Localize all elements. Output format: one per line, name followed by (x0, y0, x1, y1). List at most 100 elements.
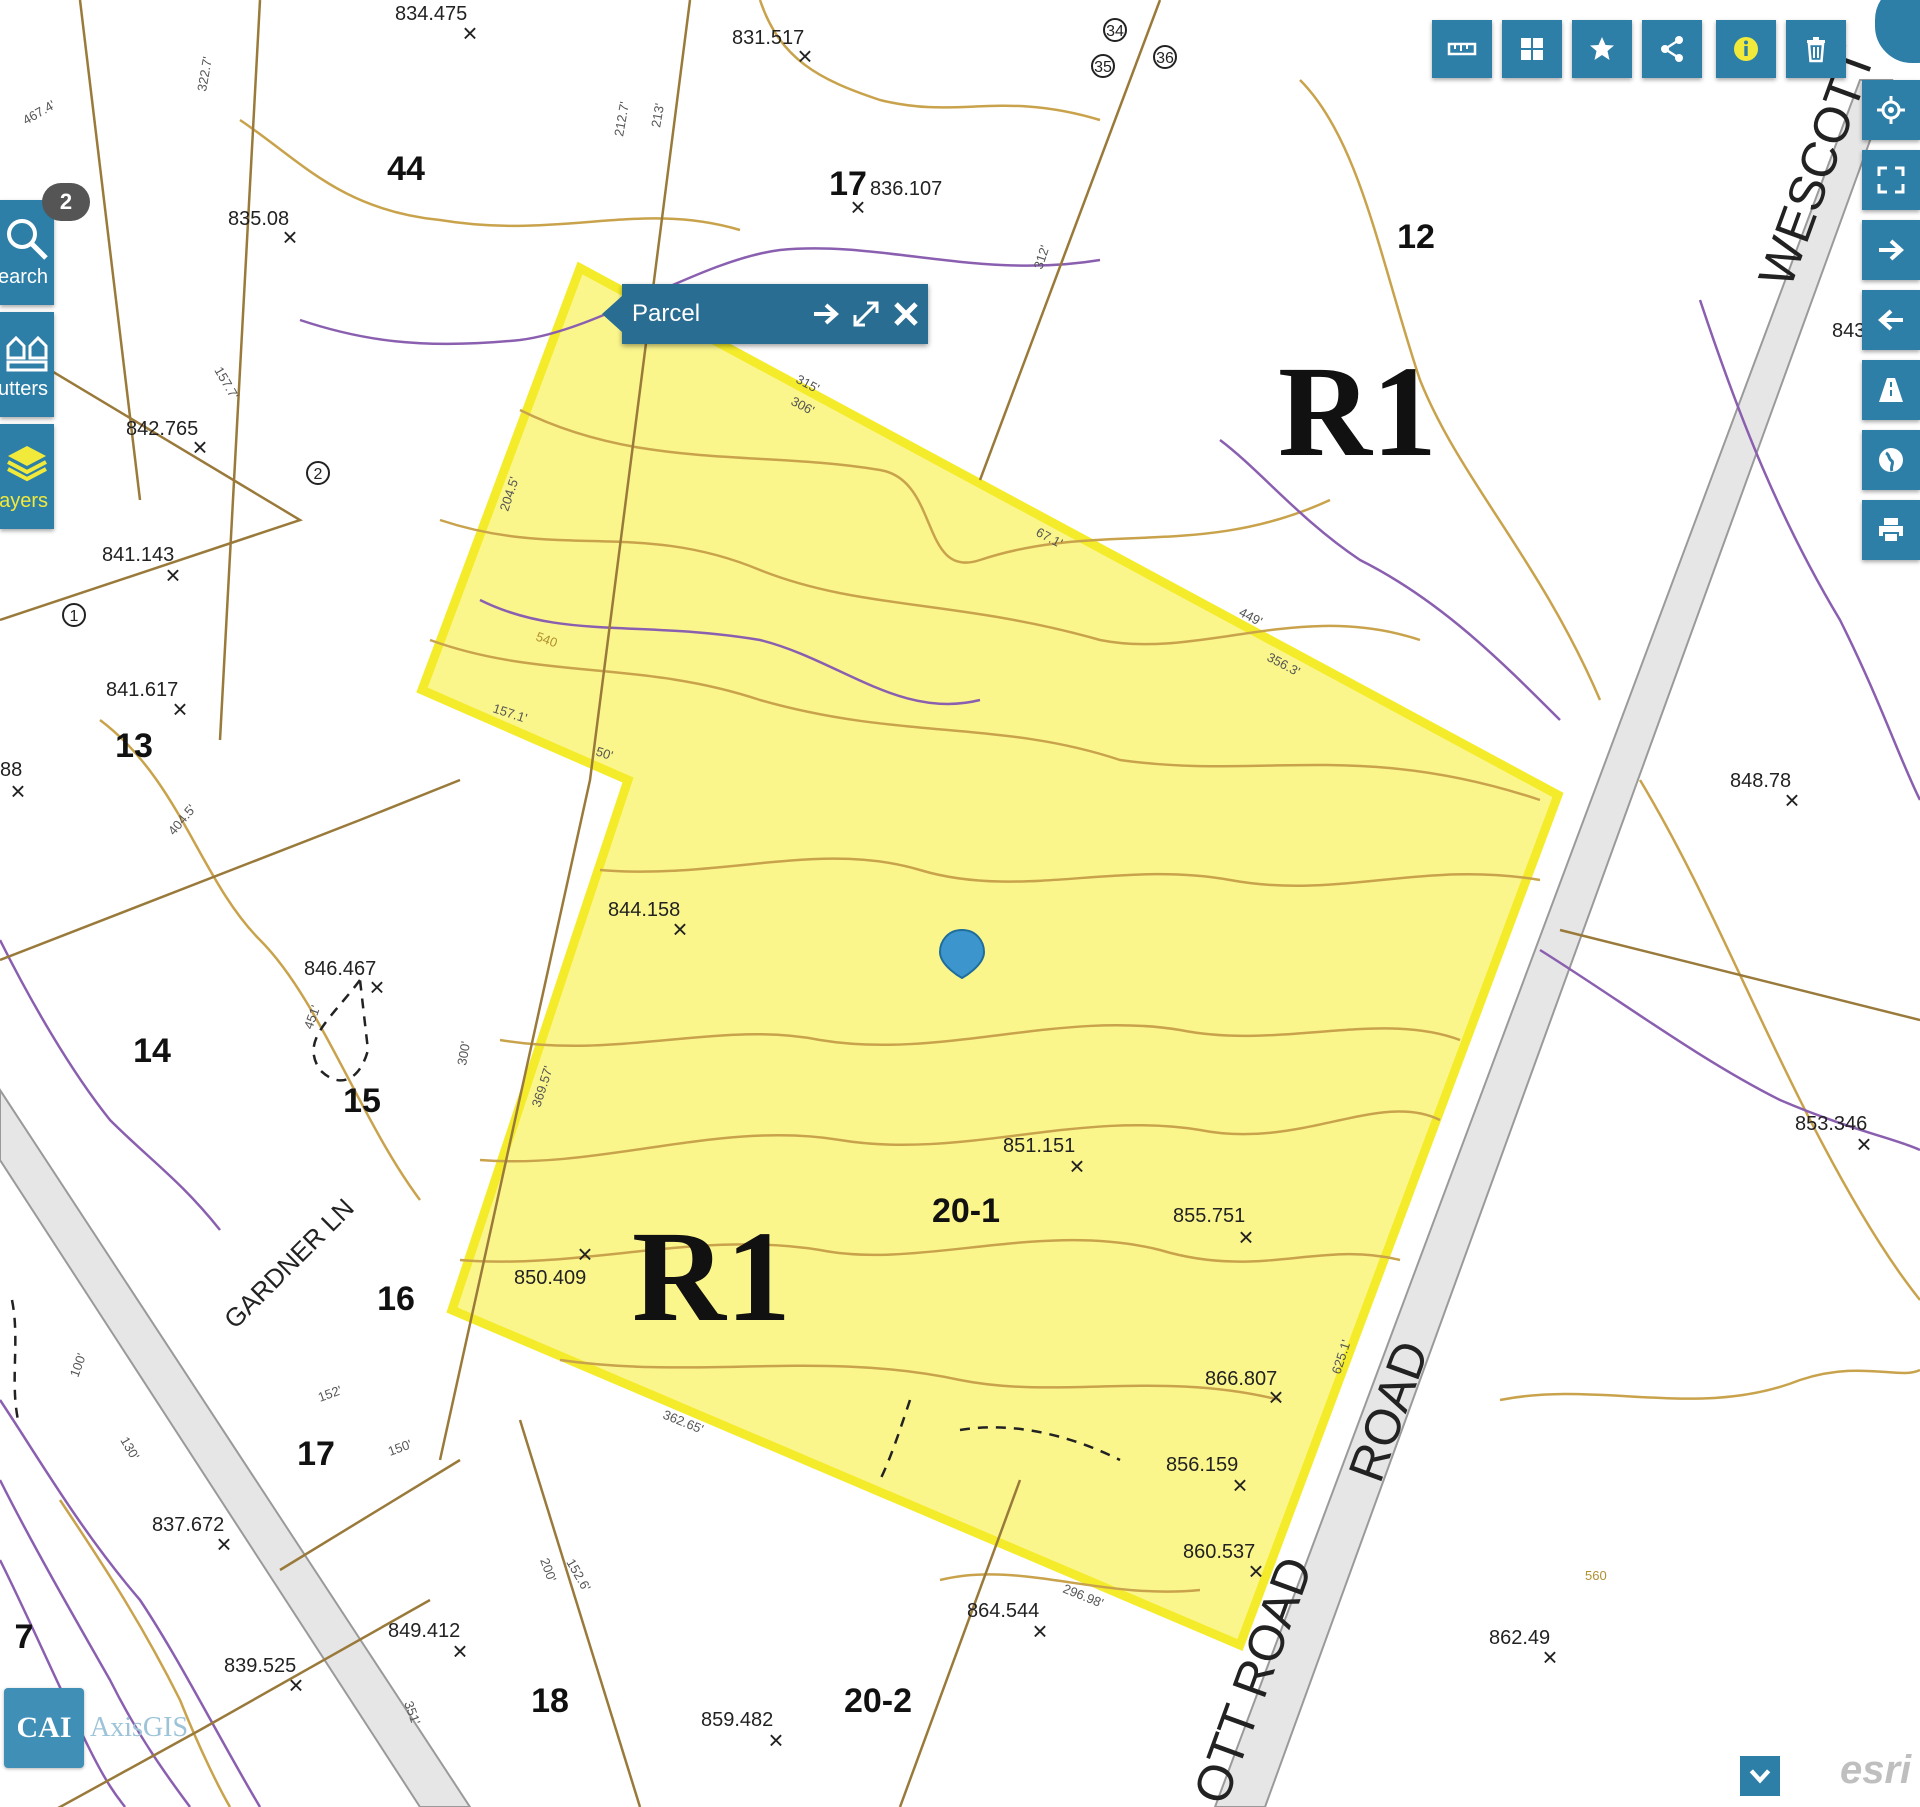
sidebar-item-label: utters (0, 378, 48, 400)
elevation-marker: × (1784, 785, 1799, 815)
elevation-label: 839.525 (224, 1655, 296, 1677)
fullscreen-icon (1877, 166, 1905, 194)
parcel-number: 20-1 (932, 1192, 1000, 1230)
parcel-number: 15 (343, 1082, 381, 1120)
next-extent-button[interactable] (1862, 220, 1920, 280)
elevation-marker: × (282, 222, 297, 252)
parcel-number: 17 (829, 165, 867, 203)
dimension-label: 322.7' (194, 55, 215, 92)
popup-close-button[interactable] (888, 294, 924, 334)
elevation-marker: × (165, 560, 180, 590)
elevation-marker: × (577, 1239, 592, 1269)
layers-panel-button[interactable]: ayers (0, 424, 54, 529)
back-arrow-icon (1878, 309, 1903, 331)
previous-extent-button[interactable] (1862, 290, 1920, 350)
ruler-icon (1447, 42, 1477, 56)
road-icon (1879, 378, 1903, 402)
elevation-label: 866.807 (1205, 1368, 1277, 1390)
elevation-label: 850.409 (514, 1267, 586, 1289)
elevation-label: 851.151 (1003, 1135, 1075, 1157)
elevation-marker: × (1856, 1129, 1871, 1159)
elevation-marker: × (1268, 1382, 1283, 1412)
elevation-marker: × (797, 41, 812, 71)
elevation-label: 844.158 (608, 899, 680, 921)
road-label: GARDNER LN (218, 1192, 360, 1334)
elevation-marker: × (1069, 1151, 1084, 1181)
dimension-label: 130' (117, 1434, 142, 1462)
search-panel-button[interactable]: earch (0, 200, 54, 305)
layers-icon (7, 446, 47, 482)
info-button[interactable] (1716, 20, 1776, 78)
print-button[interactable] (1862, 500, 1920, 560)
popup-expand-button[interactable] (848, 294, 884, 334)
parcel-number: 17 (297, 1435, 335, 1473)
dimension-label: 467.4' (20, 97, 58, 127)
logo-text: AxisGIS (90, 1712, 189, 1743)
elevation-marker: × (1238, 1222, 1253, 1252)
expand-panel-button[interactable] (1740, 1756, 1780, 1796)
elevation-marker: × (1542, 1642, 1557, 1672)
globe-icon (1879, 448, 1903, 472)
elevation-marker: × (288, 1670, 303, 1700)
close-icon (894, 302, 918, 326)
search-icon (7, 219, 48, 260)
elevation-label: 848.78 (1730, 770, 1791, 792)
elevation-label: 864.544 (967, 1600, 1039, 1622)
elevation-label: 842.765 (126, 418, 198, 440)
street-view-button[interactable] (1862, 360, 1920, 420)
elevation-label: 846.467 (304, 958, 376, 980)
parcel-number: 7 (15, 1618, 34, 1656)
elevation-marker: × (192, 432, 207, 462)
delete-button[interactable] (1786, 20, 1846, 78)
crosshair-icon (1877, 96, 1905, 124)
basemap-button[interactable] (1862, 430, 1920, 490)
layout-button[interactable] (1502, 20, 1562, 78)
esri-attribution: esri (1840, 1748, 1912, 1792)
dimension-label: 300' (454, 1040, 473, 1066)
chevron-down-icon (1749, 1769, 1771, 1784)
dimension-label: 100' (67, 1351, 89, 1379)
dimension-label: 212.7' (611, 100, 632, 137)
elevation-marker: × (216, 1529, 231, 1559)
parcel-map[interactable]: 34 35 36 2 1 834.475 × 831.517 × 836.107… (0, 0, 1920, 1807)
elevation-label: 860.537 (1183, 1541, 1255, 1563)
share-icon (1661, 36, 1683, 62)
trash-icon (1807, 37, 1825, 63)
results-badge: 2 (42, 183, 90, 221)
abutters-icon (6, 335, 48, 372)
elevation-label: 834.475 (395, 3, 467, 25)
elevation-label: 859.482 (701, 1709, 773, 1731)
parcel-number: 20-2 (844, 1682, 912, 1720)
parcel-number: 16 (377, 1280, 415, 1318)
abutters-panel-button[interactable]: utters (0, 312, 54, 417)
elevation-label: 856.159 (1166, 1454, 1238, 1476)
elevation-marker: × (452, 1636, 467, 1666)
print-icon (1879, 518, 1903, 543)
elevation-label: 837.672 (152, 1514, 224, 1536)
elevation-label: 862.49 (1489, 1627, 1550, 1649)
parcel-number: 13 (115, 727, 153, 765)
parcel-number: 44 (387, 150, 425, 188)
popup-go-button[interactable] (808, 294, 844, 334)
circle-label: 34 (1106, 23, 1124, 40)
circle-label: 35 (1094, 59, 1112, 76)
circle-label: 1 (70, 608, 79, 625)
elevation-label: 849.412 (388, 1620, 460, 1642)
dimension-label: 152' (316, 1382, 344, 1404)
share-button[interactable] (1642, 20, 1702, 78)
logo-mark: CAI (4, 1688, 84, 1768)
right-arrow-icon (814, 303, 839, 325)
grid-icon (1521, 38, 1543, 60)
parcel-number: 18 (531, 1682, 569, 1720)
elevation-label: 855.751 (1173, 1205, 1245, 1227)
dimension-label: 157.7' (211, 364, 241, 402)
bookmark-button[interactable] (1572, 20, 1632, 78)
elevation-label: 841.143 (102, 544, 174, 566)
full-extent-button[interactable] (1862, 150, 1920, 210)
forward-arrow-icon (1879, 239, 1904, 261)
dimension-label: 213' (648, 102, 667, 128)
measure-button[interactable] (1432, 20, 1492, 78)
parcel-popup[interactable]: Parcel (602, 284, 928, 344)
elevation-marker: × (768, 1725, 783, 1755)
locate-button[interactable] (1862, 80, 1920, 140)
